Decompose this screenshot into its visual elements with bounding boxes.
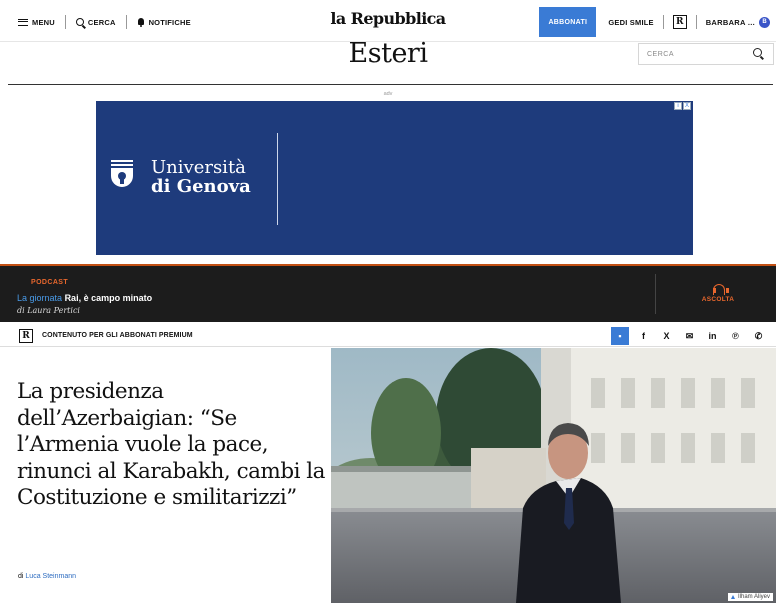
user-menu[interactable]: BARBARA ...: [706, 18, 755, 27]
university-emblem-icon: [111, 160, 133, 187]
article-headline: La presidenza dell’Azerbaigian: “Se l’Ar…: [17, 379, 326, 510]
premium-bar: R CONTENUTO PER GLI ABBONATI PREMIUM ▪ f…: [0, 325, 776, 347]
premium-label: CONTENUTO PER GLI ABBONATI PREMIUM: [42, 332, 193, 339]
caption-arrow-icon: [730, 595, 735, 599]
share-bar: ▪ f X ✉ in ℗ ✆: [611, 327, 770, 345]
listen-button[interactable]: ASCOLTA: [688, 284, 748, 303]
caption-text: Ilham Aliyev: [737, 594, 770, 600]
article-photo-image: [331, 348, 776, 603]
university-name: Università di Genova: [151, 158, 251, 196]
comment-icon[interactable]: ▪: [611, 327, 629, 345]
article-photo[interactable]: [331, 348, 776, 603]
podcast-divider: [655, 274, 656, 314]
header-divider: [8, 84, 773, 85]
photo-caption: Ilham Aliyev: [727, 593, 773, 601]
author-link[interactable]: Luca Steinmann: [25, 573, 76, 580]
ad-info-icon[interactable]: i: [674, 102, 682, 110]
premium-r-badge: R: [19, 329, 33, 343]
podcast-label: PODCAST: [31, 279, 69, 286]
university-line-1: Università: [151, 157, 246, 178]
avatar[interactable]: B: [759, 16, 770, 28]
whatsapp-icon[interactable]: ✆: [747, 327, 770, 345]
advertisement-banner[interactable]: i X Università di Genova: [96, 101, 693, 255]
ad-choices[interactable]: i X: [674, 102, 691, 110]
ad-label: adv: [383, 91, 393, 97]
podcast-episode[interactable]: Rai, è campo minato: [65, 293, 153, 303]
search-input[interactable]: [647, 50, 747, 58]
podcast-program[interactable]: La giornata: [17, 293, 62, 303]
byline: di Luca Steinmann: [18, 573, 76, 580]
ad-divider: [277, 133, 278, 225]
ad-close-icon[interactable]: X: [683, 102, 691, 110]
listen-label: ASCOLTA: [701, 296, 735, 303]
top-bar-right: ABBONATI GEDI SMILE R BARBARA ... B: [539, 7, 770, 37]
subscribe-button[interactable]: ABBONATI: [539, 7, 597, 37]
byline-prefix: di: [18, 573, 24, 580]
podcast-title[interactable]: La giornata Rai, è campo minato: [17, 293, 152, 303]
divider: [695, 15, 697, 29]
section-search: [638, 43, 774, 65]
search-submit-icon[interactable]: [753, 48, 765, 60]
linkedin-icon[interactable]: in: [701, 327, 724, 345]
pinterest-icon[interactable]: ℗: [724, 327, 747, 345]
headphones-icon: [713, 284, 729, 295]
top-bar: MENU CERCA NOTIFICHE la Repubblica ABBON…: [0, 0, 776, 42]
divider: [662, 15, 664, 29]
university-line-2: di Genova: [151, 176, 251, 197]
email-icon[interactable]: ✉: [678, 327, 701, 345]
repubblica-r-badge[interactable]: R: [672, 15, 687, 29]
gedi-smile-link[interactable]: GEDI SMILE: [608, 18, 653, 27]
podcast-strip[interactable]: PODCAST La giornata Rai, è campo minato …: [0, 264, 776, 322]
facebook-icon[interactable]: f: [632, 327, 655, 345]
x-icon[interactable]: X: [655, 327, 678, 345]
podcast-author: di Laura Pertici: [17, 306, 80, 315]
